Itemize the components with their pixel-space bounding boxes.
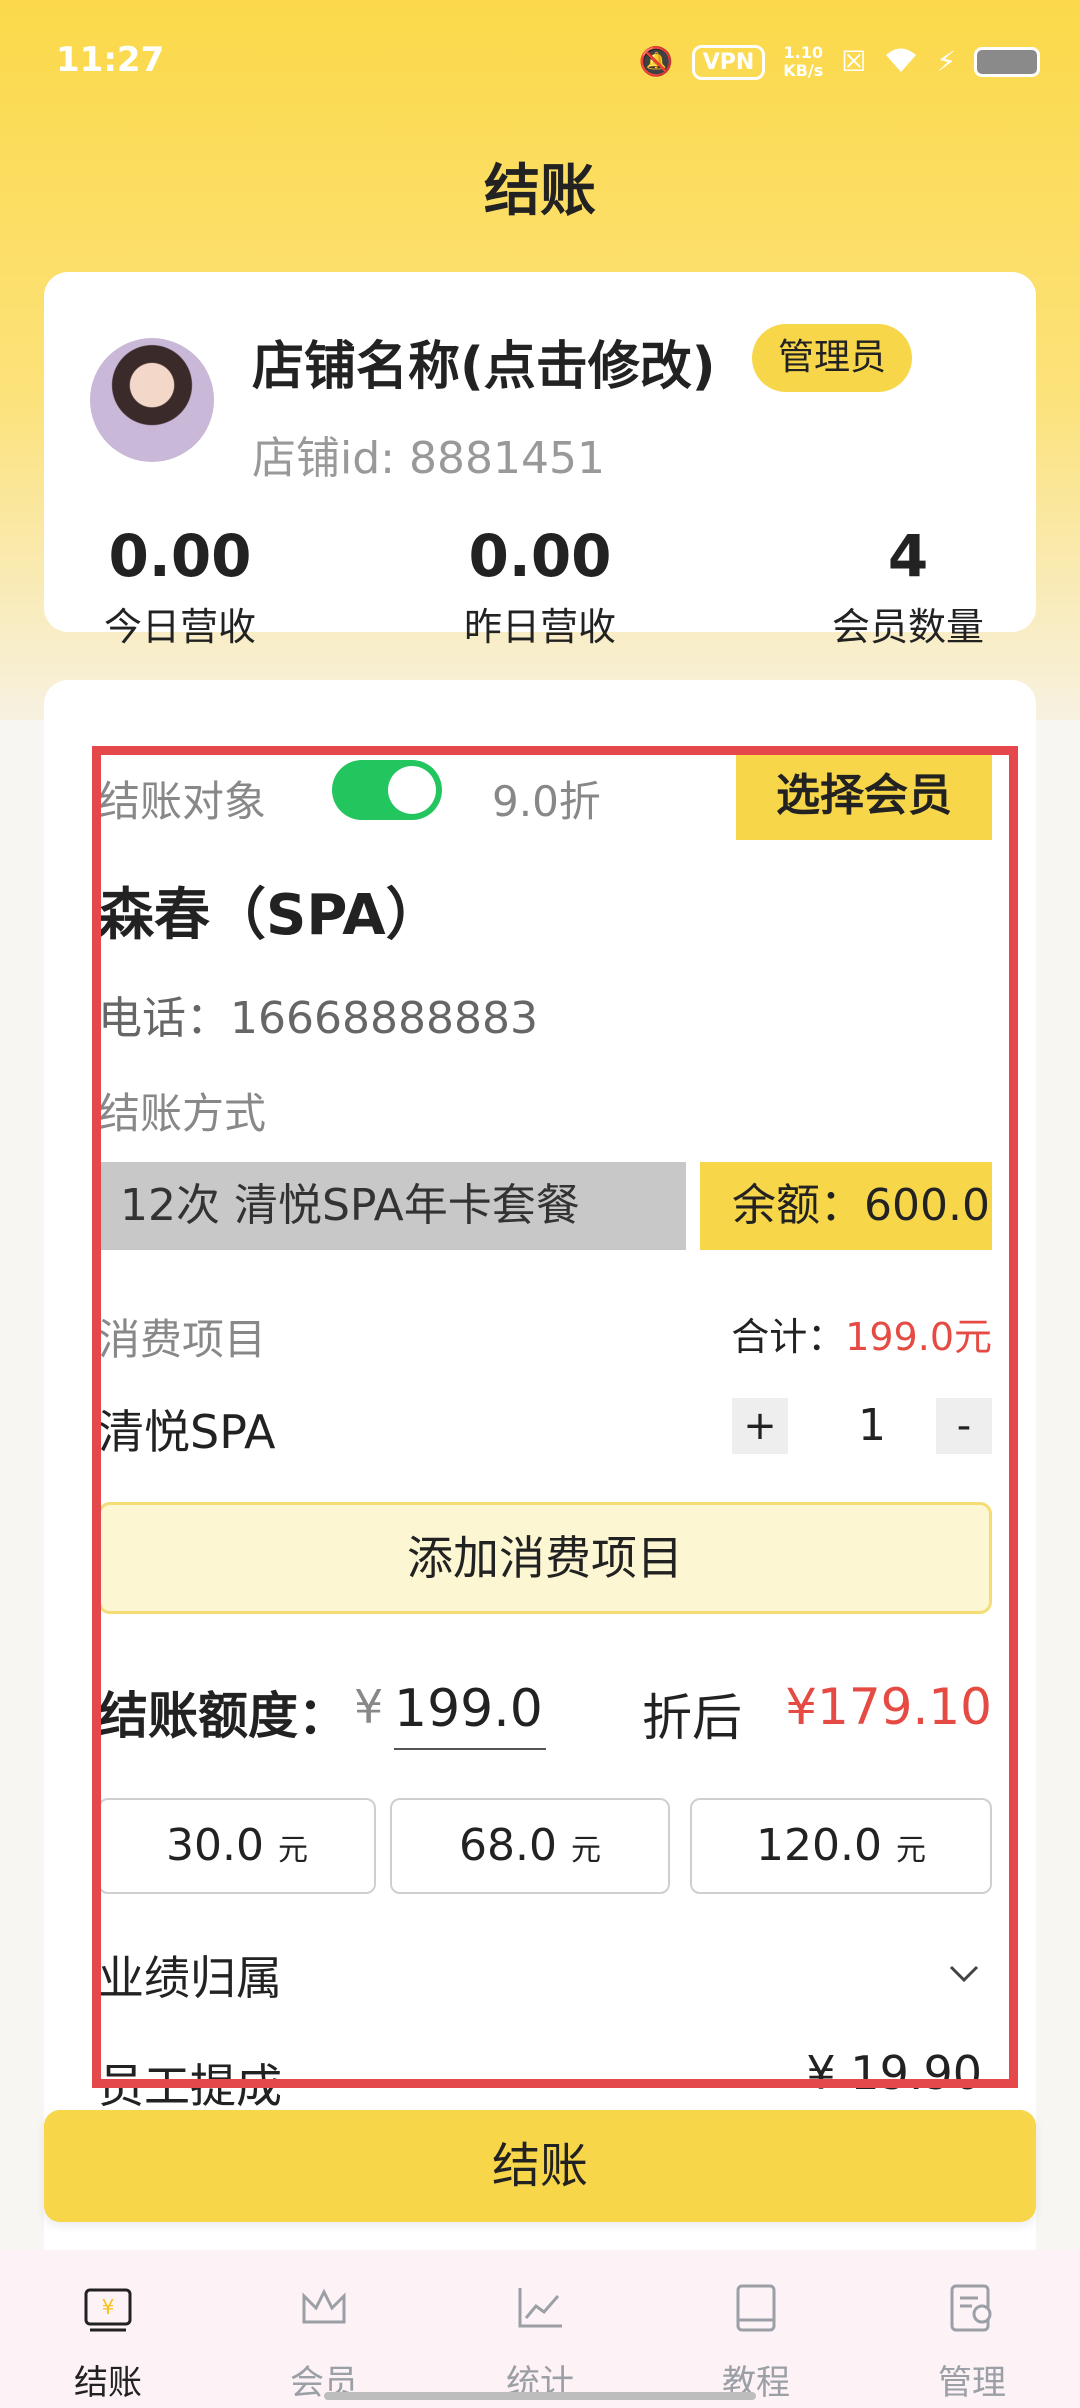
- quantity-plus-button[interactable]: +: [732, 1398, 788, 1454]
- svg-text:¥: ¥: [102, 2295, 115, 2319]
- quick-amount-button[interactable]: 68.0 元: [390, 1798, 670, 1894]
- quick-amount-unit: 元: [570, 1833, 601, 1868]
- manage-icon: [944, 2280, 1000, 2347]
- staff-commission-label: 员工提成: [98, 2059, 282, 2113]
- add-item-button[interactable]: 添加消费项目: [98, 1502, 992, 1614]
- quantity-value: 1: [858, 1400, 886, 1451]
- tab-label: 结账: [74, 2363, 142, 2403]
- quantity-minus-button[interactable]: -: [936, 1398, 992, 1454]
- sim-icon: ☒: [841, 45, 867, 78]
- chart-icon: [512, 2280, 568, 2347]
- quick-amount-button[interactable]: 120.0 元: [690, 1798, 992, 1894]
- checkout-card: 结账对象 9.0折 选择会员 森春（SPA） 电话：16668888883 结账…: [44, 680, 1036, 2320]
- quick-amount-button[interactable]: 30.0 元: [98, 1798, 376, 1894]
- quick-amount-value: 120.0: [756, 1820, 882, 1871]
- phone-value: 16668888883: [230, 993, 538, 1044]
- book-icon: [728, 2280, 784, 2347]
- tab-manage[interactable]: 管理: [864, 2250, 1080, 2408]
- chevron-down-icon[interactable]: [948, 1948, 980, 1994]
- network-speed-value: 1.10: [783, 43, 823, 62]
- tab-checkout[interactable]: ¥ 结账: [0, 2250, 216, 2408]
- store-id-value: 8881451: [408, 433, 605, 484]
- currency-symbol: ¥: [354, 1680, 384, 1734]
- page-title: 结账: [484, 159, 596, 224]
- status-bar: 11:27 🔕 VPN 1.10 KB/s ☒ ⚡: [0, 0, 1080, 120]
- checkout-icon: ¥: [80, 2280, 136, 2347]
- tab-statistics[interactable]: 统计: [432, 2250, 648, 2408]
- quick-amount-value: 30.0: [166, 1820, 264, 1871]
- checkout-target-label: 结账对象: [98, 777, 267, 826]
- store-name[interactable]: 店铺名称(点击修改): [252, 324, 716, 399]
- stat-member-count: 4 会员数量: [798, 522, 1018, 651]
- quick-amount-unit: 元: [277, 1833, 308, 1868]
- amount-input[interactable]: [394, 1670, 546, 1750]
- stat-value: 0.00: [468, 522, 612, 590]
- store-id-label: 店铺id:: [252, 433, 395, 484]
- items-label: 消费项目: [98, 1315, 267, 1364]
- staff-commission-value: ¥ 19.90: [806, 2046, 982, 2100]
- toggle-knob: [388, 766, 436, 814]
- tab-tutorial[interactable]: 教程: [648, 2250, 864, 2408]
- role-badge: 管理员: [752, 324, 913, 392]
- vpn-icon: VPN: [691, 44, 766, 80]
- discount-amount: ¥179.10: [785, 1678, 992, 1736]
- select-member-button[interactable]: 选择会员: [736, 752, 992, 840]
- stat-label: 昨日营收: [463, 605, 616, 649]
- card-plan-option[interactable]: 12次 清悦SPA年卡套餐: [100, 1162, 686, 1250]
- stat-yesterday-revenue: 0.00 昨日营收: [430, 522, 650, 651]
- wifi-icon: [884, 46, 918, 79]
- balance-option[interactable]: 余额：600.0: [700, 1162, 992, 1250]
- crown-icon: [296, 2280, 352, 2347]
- store-id: 店铺id: 8881451: [252, 422, 605, 486]
- network-speed-unit: KB/s: [783, 61, 824, 80]
- checkout-method-label: 结账方式: [98, 1089, 267, 1138]
- tab-members[interactable]: 会员: [216, 2250, 432, 2408]
- item-name: 清悦SPA: [98, 1405, 276, 1459]
- total: 合计：199.0元: [731, 1306, 992, 1361]
- member-phone: 电话：16668888883: [98, 982, 538, 1046]
- status-time: 11:27: [56, 40, 165, 80]
- home-indicator[interactable]: [324, 2392, 756, 2400]
- quick-amount-unit: 元: [895, 1833, 926, 1868]
- performance-label[interactable]: 业绩归属: [98, 1942, 282, 2008]
- bottom-tab-bar: ¥ 结账 会员 统计 教程 管理: [0, 2250, 1080, 2408]
- total-amount: 199.0元: [845, 1315, 992, 1359]
- battery-icon: [974, 47, 1040, 77]
- member-toggle[interactable]: [332, 760, 442, 820]
- status-icons: 🔕 VPN 1.10 KB/s ☒ ⚡: [639, 44, 1040, 80]
- tab-label: 管理: [938, 2363, 1006, 2403]
- store-card: 店铺名称(点击修改) 管理员 店铺id: 8881451 0.00 今日营收 0…: [44, 272, 1036, 649]
- stat-value: 0.00: [108, 522, 252, 590]
- store-avatar[interactable]: [90, 338, 214, 462]
- amount-label: 结账额度：: [98, 1687, 348, 1745]
- stat-label: 会员数量: [831, 605, 984, 649]
- stat-label: 今日营收: [103, 605, 256, 649]
- stat-value: 4: [887, 522, 929, 590]
- discount-label: 折后: [642, 1689, 742, 1747]
- charging-icon: ⚡: [936, 45, 956, 78]
- phone-label: 电话：: [98, 993, 230, 1044]
- member-name: 森春（SPA）: [98, 883, 442, 948]
- mute-icon: 🔕: [638, 45, 674, 78]
- quick-amount-value: 68.0: [459, 1820, 557, 1871]
- discount-rate: 9.0折: [492, 777, 601, 826]
- network-speed: 1.10 KB/s: [783, 44, 823, 80]
- checkout-submit-button[interactable]: 结账: [44, 2110, 1036, 2222]
- total-label: 合计：: [731, 1315, 846, 1359]
- stat-today-revenue: 0.00 今日营收: [70, 522, 290, 651]
